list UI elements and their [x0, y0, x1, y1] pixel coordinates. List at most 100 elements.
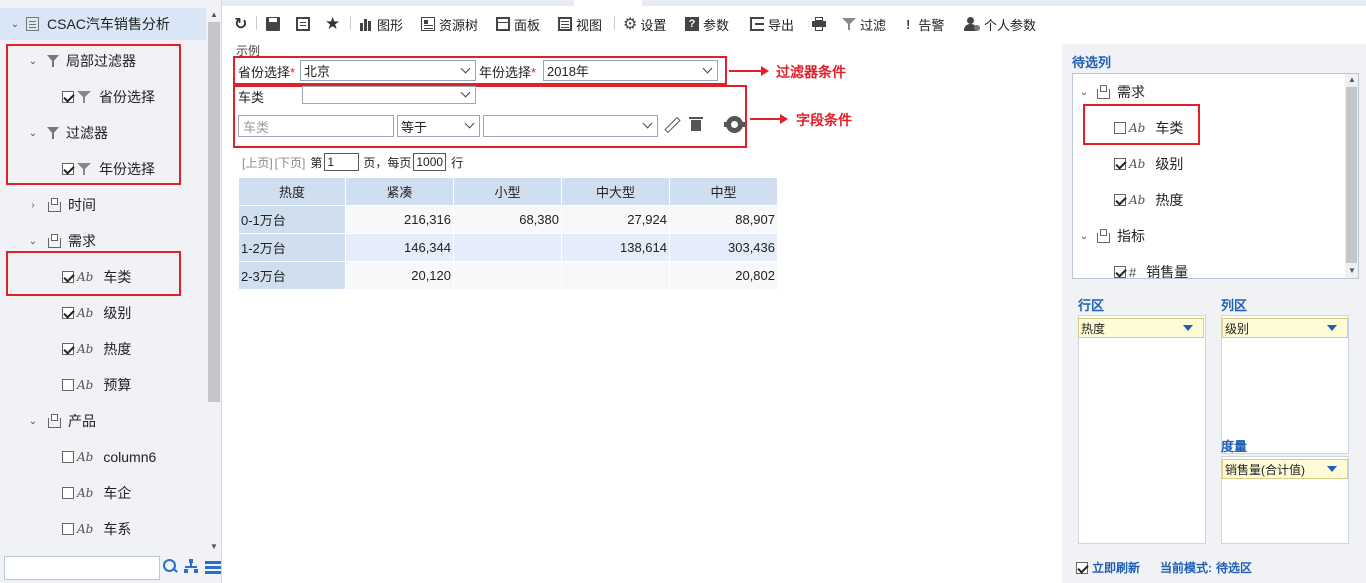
checkbox[interactable]: [1114, 158, 1126, 170]
candidate-label: 级别: [1155, 156, 1184, 172]
measure-zone-field[interactable]: 销售量(合计值): [1222, 459, 1348, 479]
checkbox[interactable]: [1114, 194, 1126, 206]
tree-search-input[interactable]: [4, 556, 160, 580]
tree-item-carmaker[interactable]: Ab 车企: [62, 481, 131, 505]
view-button[interactable]: 视图: [558, 14, 602, 34]
checkbox[interactable]: [62, 379, 74, 391]
chevron-right-icon[interactable]: ›: [26, 200, 40, 211]
checkbox[interactable]: [62, 487, 74, 499]
measure-zone-title: 度量: [1221, 439, 1248, 454]
column-header[interactable]: 中大型: [561, 177, 670, 206]
operator-select[interactable]: 等于: [397, 115, 480, 137]
favorite-button[interactable]: ★: [325, 14, 340, 34]
chevron-down-icon[interactable]: ⌄: [26, 416, 40, 427]
edit-icon[interactable]: [663, 117, 679, 133]
scrollbar-thumb[interactable]: [208, 22, 220, 402]
alert-button[interactable]: ! 告警: [906, 14, 944, 34]
page-number-input[interactable]: 1: [324, 153, 360, 171]
tree-root[interactable]: ⌄ CSAC汽车销售分析: [0, 8, 206, 40]
chevron-down-icon: [642, 118, 653, 129]
checkbox[interactable]: [1076, 561, 1088, 574]
checkbox[interactable]: [62, 343, 74, 355]
scrollbar-thumb[interactable]: [1346, 87, 1357, 263]
resource-tree-button[interactable]: 资源树: [421, 14, 478, 34]
left-tree-scrollbar[interactable]: ▲ ▼: [207, 8, 221, 554]
save-as-button[interactable]: [296, 14, 314, 34]
candidate-folder-demand[interactable]: ⌄ 需求: [1077, 80, 1145, 104]
dimension-folder-icon: [46, 198, 62, 212]
chevron-down-icon[interactable]: ⌄: [8, 19, 22, 30]
save-button[interactable]: [266, 14, 284, 34]
print-button[interactable]: [812, 14, 830, 34]
gear-icon: ⚙: [623, 16, 638, 33]
tree-root-label: CSAC汽车销售分析: [47, 16, 170, 32]
province-select[interactable]: 北京: [300, 60, 476, 81]
chevron-down-icon[interactable]: ⌄: [26, 236, 40, 247]
checkbox[interactable]: [62, 307, 74, 319]
candidate-item-level[interactable]: Ab 级别: [1114, 152, 1183, 176]
tree-item-label: 时间: [68, 197, 96, 213]
candidate-item-sales[interactable]: # 销售量: [1114, 260, 1188, 278]
dropdown-arrow-icon[interactable]: [1327, 466, 1337, 472]
column-header[interactable]: 热度: [238, 177, 346, 206]
year-select[interactable]: 2018年: [543, 60, 718, 81]
auto-refresh-toggle[interactable]: 立即刷新: [1076, 559, 1140, 576]
refresh-button[interactable]: ↻: [234, 14, 247, 34]
tree-item-heat[interactable]: Ab 热度: [62, 337, 131, 361]
scroll-down-icon[interactable]: ▼: [1348, 266, 1356, 275]
tree-item-label: 需求: [68, 233, 96, 249]
chevron-down-icon[interactable]: ⌄: [1077, 231, 1091, 242]
chart-button[interactable]: 图形: [359, 14, 403, 34]
annotation-box-filters: [6, 44, 181, 185]
dropdown-arrow-icon[interactable]: [1327, 325, 1337, 331]
prev-page-link[interactable]: [上页]: [242, 154, 273, 171]
list-view-icon[interactable]: [205, 561, 221, 574]
dropdown-arrow-icon[interactable]: [1183, 325, 1193, 331]
scroll-up-icon[interactable]: ▲: [1348, 75, 1356, 84]
col-zone-field[interactable]: 级别: [1222, 318, 1348, 338]
params-button[interactable]: ? 参数: [685, 14, 729, 34]
search-icon[interactable]: [163, 559, 177, 573]
column-header[interactable]: 紧凑: [345, 177, 454, 206]
next-page-link[interactable]: [下页]: [275, 154, 306, 171]
bar-chart-icon: [359, 17, 373, 31]
page-size-input[interactable]: 1000: [413, 153, 447, 171]
panel-icon: [496, 17, 510, 31]
help-icon: ?: [685, 17, 699, 31]
scroll-down-icon[interactable]: ▼: [210, 542, 218, 551]
tree-item-series[interactable]: Ab 车系: [62, 517, 131, 541]
checkbox[interactable]: [1114, 266, 1126, 278]
tree-item-time[interactable]: › 时间: [26, 193, 96, 217]
page-prefix: 第: [310, 155, 323, 170]
tree-item-level[interactable]: Ab 级别: [62, 301, 131, 325]
candidates-scrollbar[interactable]: ▲ ▼: [1345, 74, 1358, 278]
row-zone-field[interactable]: 热度: [1078, 318, 1204, 338]
tree-view-icon[interactable]: [184, 559, 198, 573]
filter-button[interactable]: 过滤: [842, 14, 886, 34]
column-header[interactable]: 中型: [669, 177, 778, 206]
chevron-down-icon[interactable]: ⌄: [1077, 87, 1091, 98]
candidate-folder-metrics[interactable]: ⌄ 指标: [1077, 224, 1145, 248]
checkbox[interactable]: [62, 451, 74, 463]
candidate-item-heat[interactable]: Ab 热度: [1114, 188, 1183, 212]
delete-icon[interactable]: [689, 117, 703, 131]
tree-item-column6[interactable]: Ab column6: [62, 445, 156, 469]
condition-value-select[interactable]: [483, 115, 658, 137]
tree-item-budget[interactable]: Ab 预算: [62, 373, 131, 397]
row-zone[interactable]: [1078, 315, 1206, 544]
export-button[interactable]: 导出: [750, 14, 794, 34]
scroll-up-icon[interactable]: ▲: [210, 10, 218, 19]
checkbox[interactable]: [62, 523, 74, 535]
settings-button[interactable]: ⚙ 设置: [623, 14, 666, 34]
field-condition-select[interactable]: [302, 86, 476, 104]
panel-button[interactable]: 面板: [496, 14, 540, 34]
page-suffix: 页，每页: [363, 155, 412, 170]
personal-params-button[interactable]: 个人参数: [964, 14, 1036, 34]
active-tab[interactable]: [574, 0, 642, 6]
tree-item-label: column6: [103, 449, 157, 465]
tree-item-product[interactable]: ⌄ 产品: [26, 409, 96, 433]
tree-item-demand[interactable]: ⌄ 需求: [26, 229, 96, 253]
gear-icon[interactable]: [724, 116, 745, 133]
field-name-input[interactable]: 车类: [238, 115, 394, 137]
column-header[interactable]: 小型: [453, 177, 562, 206]
